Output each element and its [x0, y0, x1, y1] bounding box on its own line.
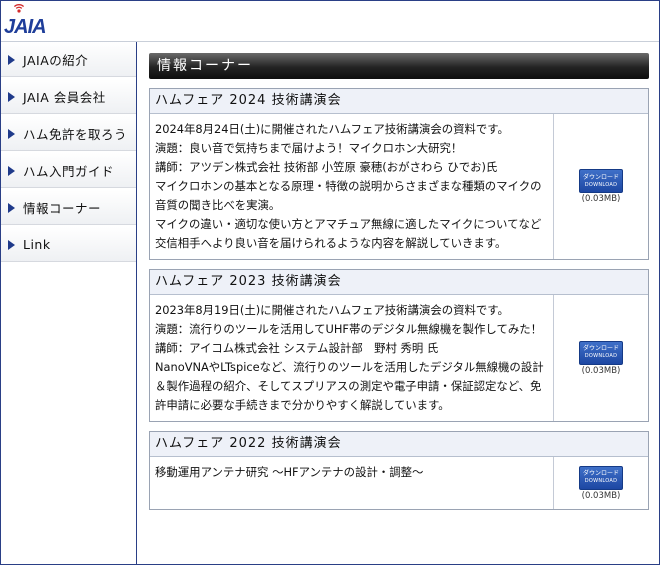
- sidebar-item-license[interactable]: ハム免許を取ろう: [1, 116, 136, 152]
- post-line: 演題：良い音で気持ちまで届けよう！マイクロホン大研究！: [155, 141, 463, 155]
- post-line: マイクの違い・適切な使い方とアマチュア無線に適したマイクについてなど交信相手へよ…: [155, 217, 542, 250]
- download-label-en: DOWNLOAD: [584, 353, 618, 359]
- post-2023: ハムフェア 2023 技術講演会 2023年8月19日(土)に開催されたハムフェ…: [149, 269, 649, 422]
- post-2024: ハムフェア 2024 技術講演会 2024年8月24日(土)に開催されたハムフェ…: [149, 88, 649, 260]
- triangle-right-icon: [8, 91, 15, 102]
- site-header: JAIA: [1, 1, 659, 42]
- download-label-ja: ダウンロード: [582, 470, 619, 477]
- post-description: 2024年8月24日(土)に開催されたハムフェア技術講演会の資料です。 演題：良…: [150, 114, 554, 259]
- jaia-logo[interactable]: JAIA: [4, 3, 64, 39]
- post-line: 2023年8月19日(土)に開催されたハムフェア技術講演会の資料です。: [155, 303, 509, 317]
- download-button[interactable]: ダウンロード DOWNLOAD: [579, 169, 623, 193]
- triangle-right-icon: [8, 202, 15, 213]
- sidebar-item-link[interactable]: Link: [1, 227, 136, 263]
- radio-wave-icon: [13, 4, 25, 13]
- download-button[interactable]: ダウンロード DOWNLOAD: [579, 340, 623, 365]
- sidebar-item-label: ハム入門ガイド: [23, 164, 115, 179]
- post-body: 2024年8月24日(土)に開催されたハムフェア技術講演会の資料です。 演題：良…: [150, 114, 648, 259]
- file-size: (0.03MB): [581, 490, 621, 501]
- download-label-en: DOWNLOAD: [584, 478, 618, 484]
- sidebar-item-about[interactable]: JAIAの紹介: [1, 42, 136, 78]
- download-label-ja: ダウンロード: [582, 345, 619, 352]
- post-line: 2024年8月24日(土)に開催されたハムフェア技術講演会の資料です。: [155, 122, 509, 136]
- download-cell: ダウンロード DOWNLOAD (0.03MB): [554, 295, 648, 421]
- post-body: 2023年8月19日(土)に開催されたハムフェア技術講演会の資料です。 演題：流…: [150, 295, 648, 421]
- post-body: 移動運用アンテナ研究 ～HFアンテナの設計・調整～ ダウンロード DOWNLOA…: [150, 457, 648, 509]
- post-2022: ハムフェア 2022 技術講演会 移動運用アンテナ研究 ～HFアンテナの設計・調…: [149, 431, 649, 510]
- download-label-en: DOWNLOAD: [584, 181, 618, 188]
- post-description: 移動運用アンテナ研究 ～HFアンテナの設計・調整～: [150, 457, 554, 509]
- post-line: マイクロホンの基本となる原理・特徴の説明からさまざまな種類のマイクの音質の聞き比…: [155, 179, 542, 212]
- sidebar-nav: JAIAの紹介 JAIA 会員会社 ハム免許を取ろう ハム入門ガイド 情報コーナ…: [1, 42, 137, 564]
- sidebar-item-guide[interactable]: ハム入門ガイド: [1, 153, 136, 189]
- file-size: (0.03MB): [581, 365, 621, 376]
- download-label-ja: ダウンロード: [582, 173, 619, 181]
- post-line: 移動運用アンテナ研究 ～HFアンテナの設計・調整～: [155, 465, 424, 479]
- sidebar-item-label: 情報コーナー: [23, 201, 102, 216]
- sidebar-item-label: Link: [23, 237, 51, 252]
- post-title: ハムフェア 2023 技術講演会: [150, 270, 648, 295]
- triangle-right-icon: [8, 54, 15, 65]
- triangle-right-icon: [8, 165, 15, 176]
- post-line: 講師：アツデン株式会社 技術部 小笠原 豪穂(おがさわら ひでお)氏: [155, 160, 498, 174]
- sidebar-item-label: JAIA 会員会社: [23, 90, 106, 105]
- post-description: 2023年8月19日(土)に開催されたハムフェア技術講演会の資料です。 演題：流…: [150, 295, 554, 421]
- download-cell: ダウンロード DOWNLOAD (0.03MB): [554, 114, 648, 259]
- file-size: (0.03MB): [581, 194, 621, 204]
- sidebar-item-label: JAIAの紹介: [23, 53, 89, 68]
- section-title: 情報コーナー: [149, 53, 649, 79]
- sidebar-item-info[interactable]: 情報コーナー: [1, 190, 136, 226]
- page-frame: JAIA JAIAの紹介 JAIA 会員会社 ハム免許を取ろう ハム入門ガイド …: [0, 0, 660, 565]
- post-title: ハムフェア 2024 技術講演会: [150, 89, 648, 114]
- sidebar-item-members[interactable]: JAIA 会員会社: [1, 79, 136, 115]
- triangle-right-icon: [8, 128, 15, 139]
- main-content: 情報コーナー ハムフェア 2024 技術講演会 2024年8月24日(土)に開催…: [149, 53, 649, 510]
- sidebar-item-label: ハム免許を取ろう: [23, 127, 128, 142]
- logo-text: JAIA: [4, 16, 47, 38]
- post-line: 演題：流行りのツールを活用してUHF帯のデジタル無線機を製作してみた！: [155, 322, 543, 336]
- post-line: NanoVNAやLTspiceなど、流行りのツールを活用したデジタル無線機の設計…: [155, 360, 544, 412]
- post-title: ハムフェア 2022 技術講演会: [150, 432, 648, 457]
- triangle-right-icon: [8, 239, 15, 250]
- post-line: 講師：アイコム株式会社 システム設計部 野村 秀明 氏: [155, 341, 439, 355]
- download-cell: ダウンロード DOWNLOAD (0.03MB): [554, 457, 648, 509]
- download-button[interactable]: ダウンロード DOWNLOAD: [579, 465, 623, 490]
